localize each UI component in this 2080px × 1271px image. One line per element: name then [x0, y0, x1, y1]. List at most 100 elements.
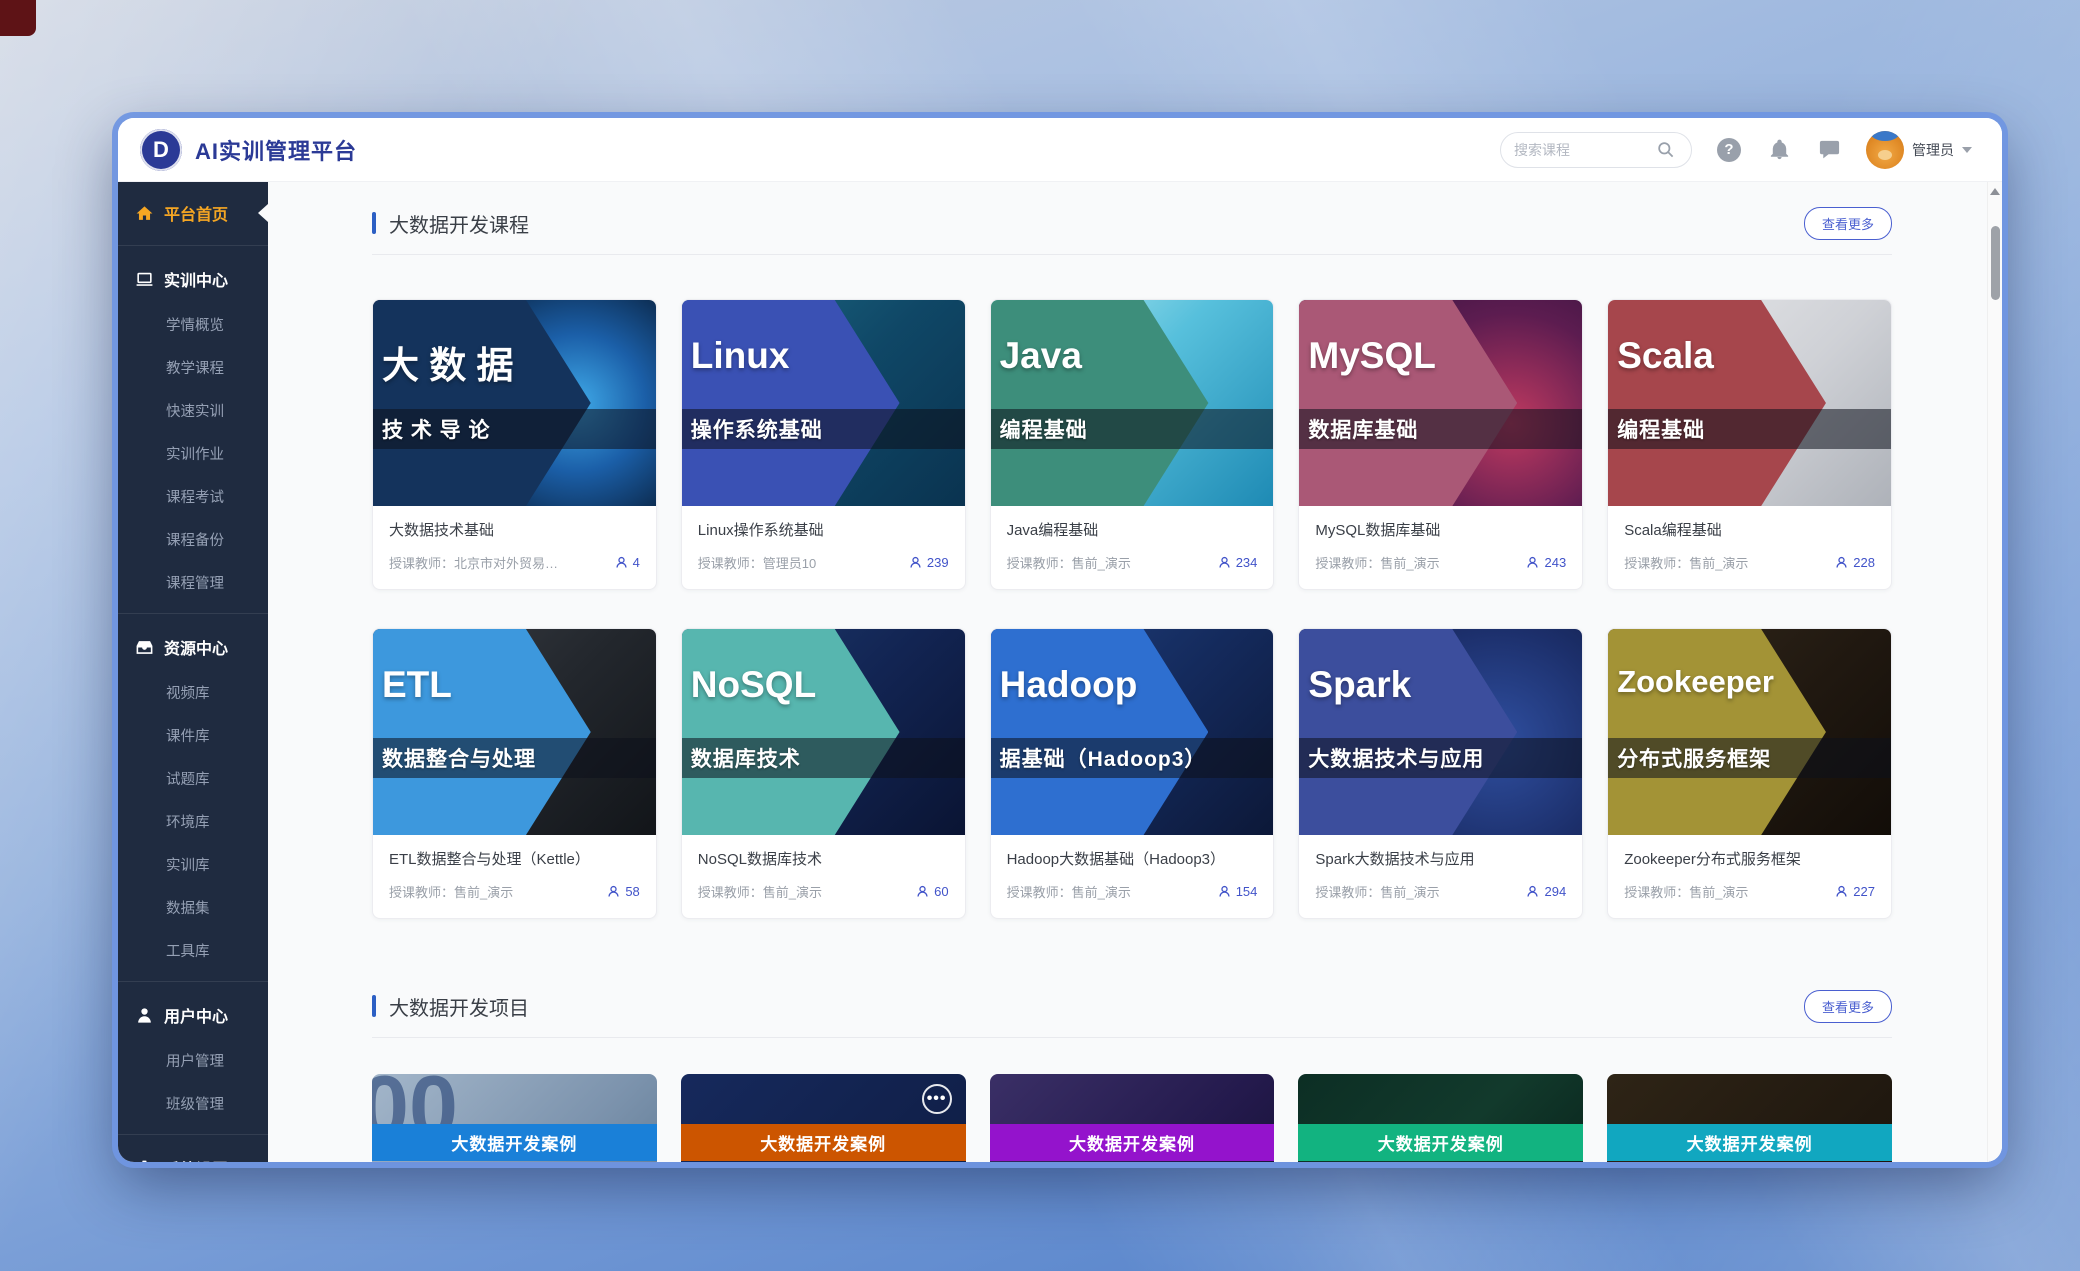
course-name: NoSQL数据库技术 [698, 848, 949, 869]
cover-subtitle: 数据库技术 [682, 738, 965, 778]
course-card[interactable]: 技 术 导 论 大 数 据 大数据技术基础 授课教师：北京市对外贸易学校教...… [372, 299, 657, 590]
course-card-row-1: 技 术 导 论 大 数 据 大数据技术基础 授课教师：北京市对外贸易学校教...… [372, 299, 1892, 590]
course-cover: 据基础（Hadoop3） Hadoop [991, 629, 1274, 835]
course-card[interactable]: 数据库技术 NoSQL NoSQL数据库技术 授课教师：售前_演示 60 [681, 628, 966, 919]
project-card[interactable]: 大数据开发案例 [1298, 1074, 1583, 1162]
sidebar-item-study-overview[interactable]: 学情概览 [118, 303, 268, 346]
search-icon[interactable] [1652, 137, 1678, 163]
sidebar-item-training-homework[interactable]: 实训作业 [118, 432, 268, 475]
course-card[interactable]: 编程基础 Scala Scala编程基础 授课教师：售前_演示 228 [1607, 299, 1892, 590]
course-card[interactable]: 大数据技术与应用 Spark Spark大数据技术与应用 授课教师：售前_演示 … [1298, 628, 1583, 919]
course-card[interactable]: 据基础（Hadoop3） Hadoop Hadoop大数据基础（Hadoop3）… [990, 628, 1275, 919]
student-count: 60 [916, 884, 948, 899]
sidebar-item-class-manage[interactable]: 班级管理 [118, 1082, 268, 1125]
course-cover: 大数据技术与应用 Spark [1299, 629, 1582, 835]
project-card[interactable]: 大数据开发案例 [1607, 1074, 1892, 1162]
student-count: 234 [1218, 555, 1258, 570]
project-banner: 大数据开发案例 [372, 1124, 657, 1161]
person-icon [909, 556, 922, 569]
course-card[interactable]: 分布式服务框架 Zookeeper Zookeeper分布式服务框架 授课教师：… [1607, 628, 1892, 919]
sidebar: 平台首页 实训中心 学情概览 教学课程 快速实训 实训作业 课程考试 课程备份 … [118, 182, 268, 1162]
sidebar-item-tool-lib[interactable]: 工具库 [118, 929, 268, 972]
project-card[interactable]: 大数据开发案例 [990, 1074, 1275, 1162]
student-count: 227 [1835, 884, 1875, 899]
cover-chevron [991, 300, 1209, 506]
course-name: Java编程基础 [1007, 519, 1258, 540]
cover-title: NoSQL [691, 664, 816, 706]
course-teacher: 授课教师：北京市对外贸易学校教... [389, 553, 565, 572]
course-info: MySQL数据库基础 授课教师：售前_演示 243 [1299, 506, 1582, 589]
search-input[interactable]: 搜索课程 [1500, 132, 1692, 168]
cover-chevron [1608, 629, 1826, 835]
vertical-scrollbar[interactable] [1987, 182, 2002, 1162]
cover-chevron [682, 300, 900, 506]
course-cover: 技 术 导 论 大 数 据 [373, 300, 656, 506]
sidebar-group-settings[interactable]: 系统设置 [118, 1144, 268, 1162]
sidebar-item-course-manage[interactable]: 课程管理 [118, 561, 268, 604]
sidebar-item-teaching-courses[interactable]: 教学课程 [118, 346, 268, 389]
sidebar-item-training-lib[interactable]: 实训库 [118, 843, 268, 886]
laptop-icon [135, 270, 154, 289]
student-count: 4 [615, 555, 640, 570]
user-menu[interactable]: 管理员 [1866, 131, 1972, 169]
course-name: Scala编程基础 [1624, 519, 1875, 540]
project-card[interactable]: 00 大数据开发案例 [372, 1074, 657, 1162]
project-banner: 大数据开发案例 [990, 1124, 1275, 1161]
sidebar-item-quick-training[interactable]: 快速实训 [118, 389, 268, 432]
person-icon [1835, 556, 1848, 569]
course-cover: 数据整合与处理 ETL [373, 629, 656, 835]
course-info: Scala编程基础 授课教师：售前_演示 228 [1608, 506, 1891, 589]
cover-subtitle: 大数据技术与应用 [1299, 738, 1582, 778]
course-cover: 操作系统基础 Linux [682, 300, 965, 506]
message-icon[interactable] [1816, 137, 1842, 163]
main-content: 大数据开发课程 查看更多 技 术 导 论 大 数 据 大数据技术基础 授课教师：… [268, 182, 2002, 1162]
sidebar-item-courseware-lib[interactable]: 课件库 [118, 714, 268, 757]
project-card-row: 00 大数据开发案例 ••• 大数据开发案例 大数据开发案例 [372, 1074, 1892, 1162]
course-name: Zookeeper分布式服务框架 [1624, 848, 1875, 869]
bell-icon[interactable] [1766, 137, 1792, 163]
sidebar-item-home[interactable]: 平台首页 [118, 190, 268, 236]
sidebar-group-resources[interactable]: 资源中心 [118, 623, 268, 671]
course-card[interactable]: 操作系统基础 Linux Linux操作系统基础 授课教师：管理员10 239 [681, 299, 966, 590]
sidebar-item-dataset[interactable]: 数据集 [118, 886, 268, 929]
help-icon[interactable]: ? [1716, 137, 1742, 163]
user-name: 管理员 [1912, 140, 1954, 160]
scroll-up-arrow-icon[interactable] [1990, 188, 2000, 195]
sidebar-item-course-exam[interactable]: 课程考试 [118, 475, 268, 518]
sidebar-item-env-lib[interactable]: 环境库 [118, 800, 268, 843]
app-title: AI实训管理平台 [195, 134, 357, 166]
avatar[interactable] [1866, 131, 1904, 169]
course-cover: 分布式服务框架 Zookeeper [1608, 629, 1891, 835]
sidebar-divider [118, 1134, 268, 1135]
sidebar-group-users[interactable]: 用户中心 [118, 991, 268, 1039]
cover-chevron [1608, 300, 1826, 506]
course-card[interactable]: 数据库基础 MySQL MySQL数据库基础 授课教师：售前_演示 243 [1298, 299, 1583, 590]
person-icon [1526, 885, 1539, 898]
project-banner: 大数据开发案例 [1298, 1124, 1583, 1161]
sidebar-item-course-backup[interactable]: 课程备份 [118, 518, 268, 561]
course-info: ETL数据整合与处理（Kettle） 授课教师：售前_演示 58 [373, 835, 656, 918]
student-count: 243 [1526, 555, 1566, 570]
sidebar-group-training[interactable]: 实训中心 [118, 255, 268, 303]
course-card[interactable]: 数据整合与处理 ETL ETL数据整合与处理（Kettle） 授课教师：售前_演… [372, 628, 657, 919]
course-card[interactable]: 编程基础 Java Java编程基础 授课教师：售前_演示 234 [990, 299, 1275, 590]
scrollbar-thumb[interactable] [1991, 226, 2000, 300]
cover-subtitle: 数据整合与处理 [373, 738, 656, 778]
course-more-button[interactable]: 查看更多 [1804, 207, 1892, 240]
person-icon [1835, 885, 1848, 898]
sidebar-item-question-lib[interactable]: 试题库 [118, 757, 268, 800]
sidebar-item-user-manage[interactable]: 用户管理 [118, 1039, 268, 1082]
project-card[interactable]: ••• 大数据开发案例 [681, 1074, 966, 1162]
user-icon [135, 1006, 154, 1025]
desktop-corner-accent [0, 0, 36, 36]
person-icon [615, 556, 628, 569]
section-divider [372, 1037, 1892, 1038]
sidebar-item-video-lib[interactable]: 视频库 [118, 671, 268, 714]
course-name: ETL数据整合与处理（Kettle） [389, 848, 640, 869]
project-banner: 大数据开发案例 [681, 1124, 966, 1161]
project-banner: 大数据开发案例 [1607, 1124, 1892, 1161]
project-more-button[interactable]: 查看更多 [1804, 990, 1892, 1023]
student-count: 58 [607, 884, 639, 899]
cover-title: MySQL [1308, 335, 1435, 377]
cover-title: Scala [1617, 335, 1714, 377]
